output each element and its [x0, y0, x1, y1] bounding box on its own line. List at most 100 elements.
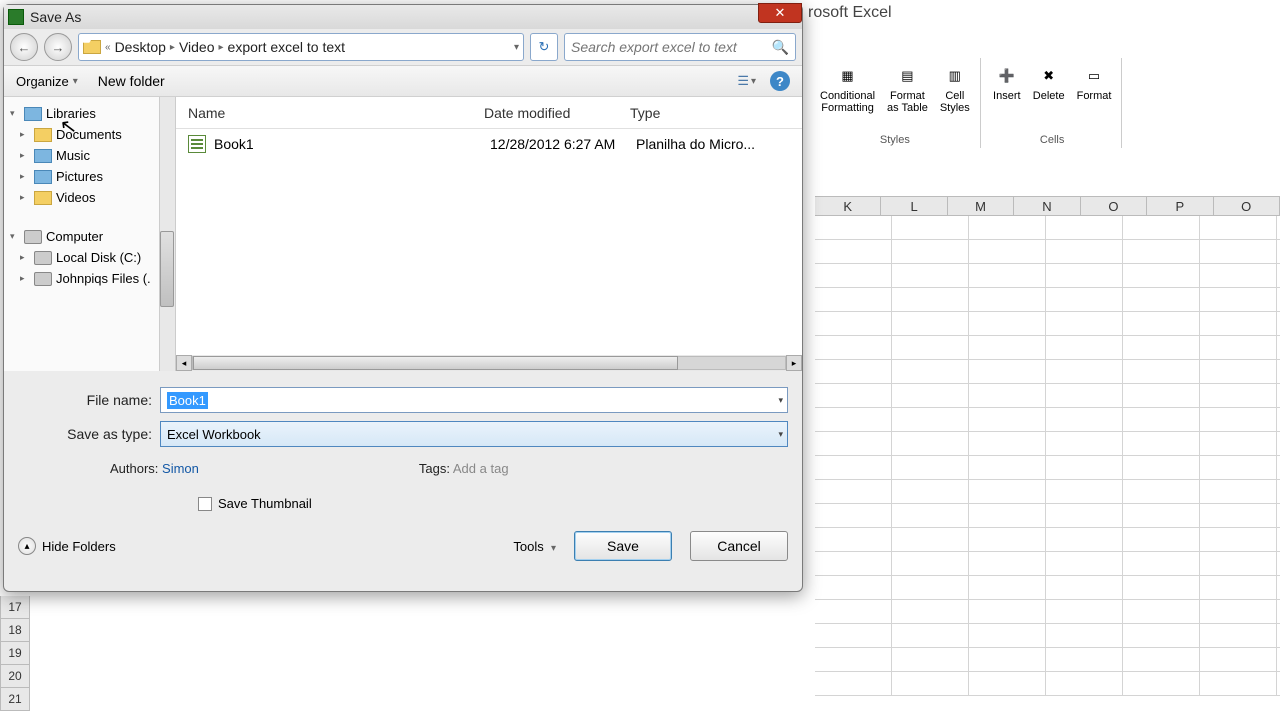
scroll-left-button[interactable]: ◂	[176, 355, 192, 371]
col-header[interactable]: N	[1014, 197, 1080, 215]
col-date[interactable]: Date modified	[484, 105, 630, 121]
authors-value[interactable]: Simon	[162, 461, 199, 476]
tree-label: Documents	[56, 127, 122, 142]
save-form: File name: Book1▾ Save as type: Excel Wo…	[4, 371, 802, 517]
expand-icon[interactable]: ▸	[20, 273, 30, 284]
new-folder-button[interactable]: New folder	[98, 73, 165, 89]
format-icon: ▭	[1080, 62, 1108, 90]
delete-button[interactable]: ✖Delete	[1029, 60, 1069, 104]
search-icon[interactable]: 🔍	[772, 39, 789, 56]
breadcrumb-seg[interactable]: export excel to text	[228, 39, 346, 55]
collapse-icon[interactable]: ▾	[10, 108, 20, 119]
dialog-footer: ▴ Hide Folders Tools ▾ Save Cancel	[4, 517, 802, 575]
row-number-column: 17 18 19 20 21	[0, 596, 30, 711]
row-number[interactable]: 19	[0, 642, 30, 665]
format-as-table-button[interactable]: ▤Format as Table	[883, 60, 932, 116]
search-box[interactable]: 🔍	[564, 33, 796, 61]
cancel-button[interactable]: Cancel	[690, 531, 788, 561]
titlebar[interactable]: Save As ✕	[4, 5, 802, 29]
file-type-cell: Planilha do Micro...	[636, 136, 755, 152]
expand-icon[interactable]: ▸	[20, 171, 30, 182]
organize-label: Organize	[16, 74, 69, 89]
save-thumbnail-checkbox[interactable]	[198, 497, 212, 511]
view-mode-button[interactable]: ☰▾	[737, 73, 756, 89]
cell-styles-button[interactable]: ▥Cell Styles	[936, 60, 974, 116]
col-header[interactable]: M	[948, 197, 1014, 215]
format-button[interactable]: ▭Format	[1073, 60, 1116, 104]
conditional-formatting-icon: ▦	[834, 62, 862, 90]
col-name[interactable]: Name	[188, 105, 484, 121]
tree-label: Johnpiqs Files (.	[56, 271, 151, 286]
cell-styles-icon: ▥	[941, 62, 969, 90]
breadcrumb-back[interactable]: «	[105, 42, 111, 53]
chevron-down-icon[interactable]: ▾	[778, 429, 783, 440]
save-thumbnail-label: Save Thumbnail	[218, 496, 312, 511]
chevron-down-icon[interactable]: ▾	[778, 395, 783, 406]
tools-menu[interactable]: Tools ▾	[513, 539, 556, 554]
horizontal-scrollbar[interactable]: ◂ ▸	[176, 355, 802, 371]
tree-label: Videos	[56, 190, 96, 205]
spreadsheet-grid[interactable]	[815, 216, 1280, 720]
scrollbar-thumb[interactable]	[193, 356, 678, 370]
organize-menu[interactable]: Organize ▾	[16, 74, 78, 89]
disk-icon	[34, 272, 52, 286]
conditional-formatting-button[interactable]: ▦Conditional Formatting	[816, 60, 879, 116]
col-header[interactable]: L	[881, 197, 947, 215]
row-number[interactable]: 20	[0, 665, 30, 688]
expand-icon[interactable]: ▸	[20, 252, 30, 263]
list-view-icon: ☰	[737, 73, 749, 89]
dialog-title: Save As	[30, 9, 81, 25]
tree-item-localdisk[interactable]: ▸Local Disk (C:)	[6, 247, 173, 268]
back-button[interactable]: ←	[10, 33, 38, 61]
forward-button[interactable]: →	[44, 33, 72, 61]
tree-item-libraries[interactable]: ▾Libraries	[6, 103, 173, 124]
filename-input[interactable]: Book1▾	[160, 387, 788, 413]
list-header: Name Date modified Type	[176, 97, 802, 129]
row-number[interactable]: 21	[0, 688, 30, 711]
tree-scrollbar[interactable]	[159, 97, 175, 371]
close-icon: ✕	[775, 5, 786, 21]
row-number[interactable]: 17	[0, 596, 30, 619]
col-header[interactable]: K	[815, 197, 881, 215]
tools-label: Tools	[513, 539, 543, 554]
tree-item-videos[interactable]: ▸ Videos	[6, 187, 173, 208]
hide-folders-button[interactable]: ▴ Hide Folders	[18, 537, 116, 555]
tree-item-music[interactable]: ▸Music	[6, 145, 173, 166]
savetype-label: Save as type:	[18, 426, 160, 442]
search-input[interactable]	[571, 39, 772, 55]
group-label-styles: Styles	[880, 134, 910, 146]
expand-icon[interactable]: ▸	[20, 129, 30, 140]
save-button[interactable]: Save	[574, 531, 672, 561]
tree-item-documents[interactable]: ▸ Documents	[6, 124, 173, 145]
tree-item-computer[interactable]: ▾Computer	[6, 226, 173, 247]
col-header[interactable]: O	[1081, 197, 1147, 215]
expand-icon[interactable]: ▸	[20, 192, 30, 203]
scroll-right-button[interactable]: ▸	[786, 355, 802, 371]
col-header[interactable]: O	[1214, 197, 1280, 215]
tags-value[interactable]: Add a tag	[453, 461, 509, 476]
collapse-icon[interactable]: ▾	[10, 231, 20, 242]
save-as-dialog: Save As ✕ ← → « Desktop ▸ Video ▸ export…	[3, 4, 803, 592]
chevron-down-icon: ▾	[73, 76, 78, 87]
tree-item-pictures[interactable]: ▸Pictures	[6, 166, 173, 187]
col-header[interactable]: P	[1147, 197, 1213, 215]
close-button[interactable]: ✕	[758, 3, 802, 23]
breadcrumb-seg[interactable]: Desktop	[115, 39, 166, 55]
chevron-down-icon[interactable]: ▾	[514, 42, 519, 53]
ribbon-group-cells: ➕Insert ✖Delete ▭Format Cells	[983, 58, 1123, 148]
scrollbar-thumb[interactable]	[160, 231, 174, 307]
row-number[interactable]: 18	[0, 619, 30, 642]
expand-icon[interactable]: ▸	[20, 150, 30, 161]
file-row[interactable]: Book1 12/28/2012 6:27 AM Planilha do Mic…	[176, 129, 802, 159]
tree-item-johnpiqs[interactable]: ▸ Johnpiqs Files (.	[6, 268, 173, 289]
address-bar[interactable]: « Desktop ▸ Video ▸ export excel to text…	[78, 33, 524, 61]
refresh-button[interactable]: ↻	[530, 33, 558, 61]
insert-button[interactable]: ➕Insert	[989, 60, 1025, 104]
help-button[interactable]: ?	[770, 71, 790, 91]
col-type[interactable]: Type	[630, 105, 660, 121]
chevron-right-icon: ▸	[219, 42, 224, 53]
nav-tree: ▾Libraries ▸ Documents ▸Music ▸Pictures ▸…	[4, 97, 176, 371]
breadcrumb-seg[interactable]: Video	[179, 39, 215, 55]
scroll-track[interactable]	[192, 356, 786, 370]
savetype-combo[interactable]: Excel Workbook▾	[160, 421, 788, 447]
